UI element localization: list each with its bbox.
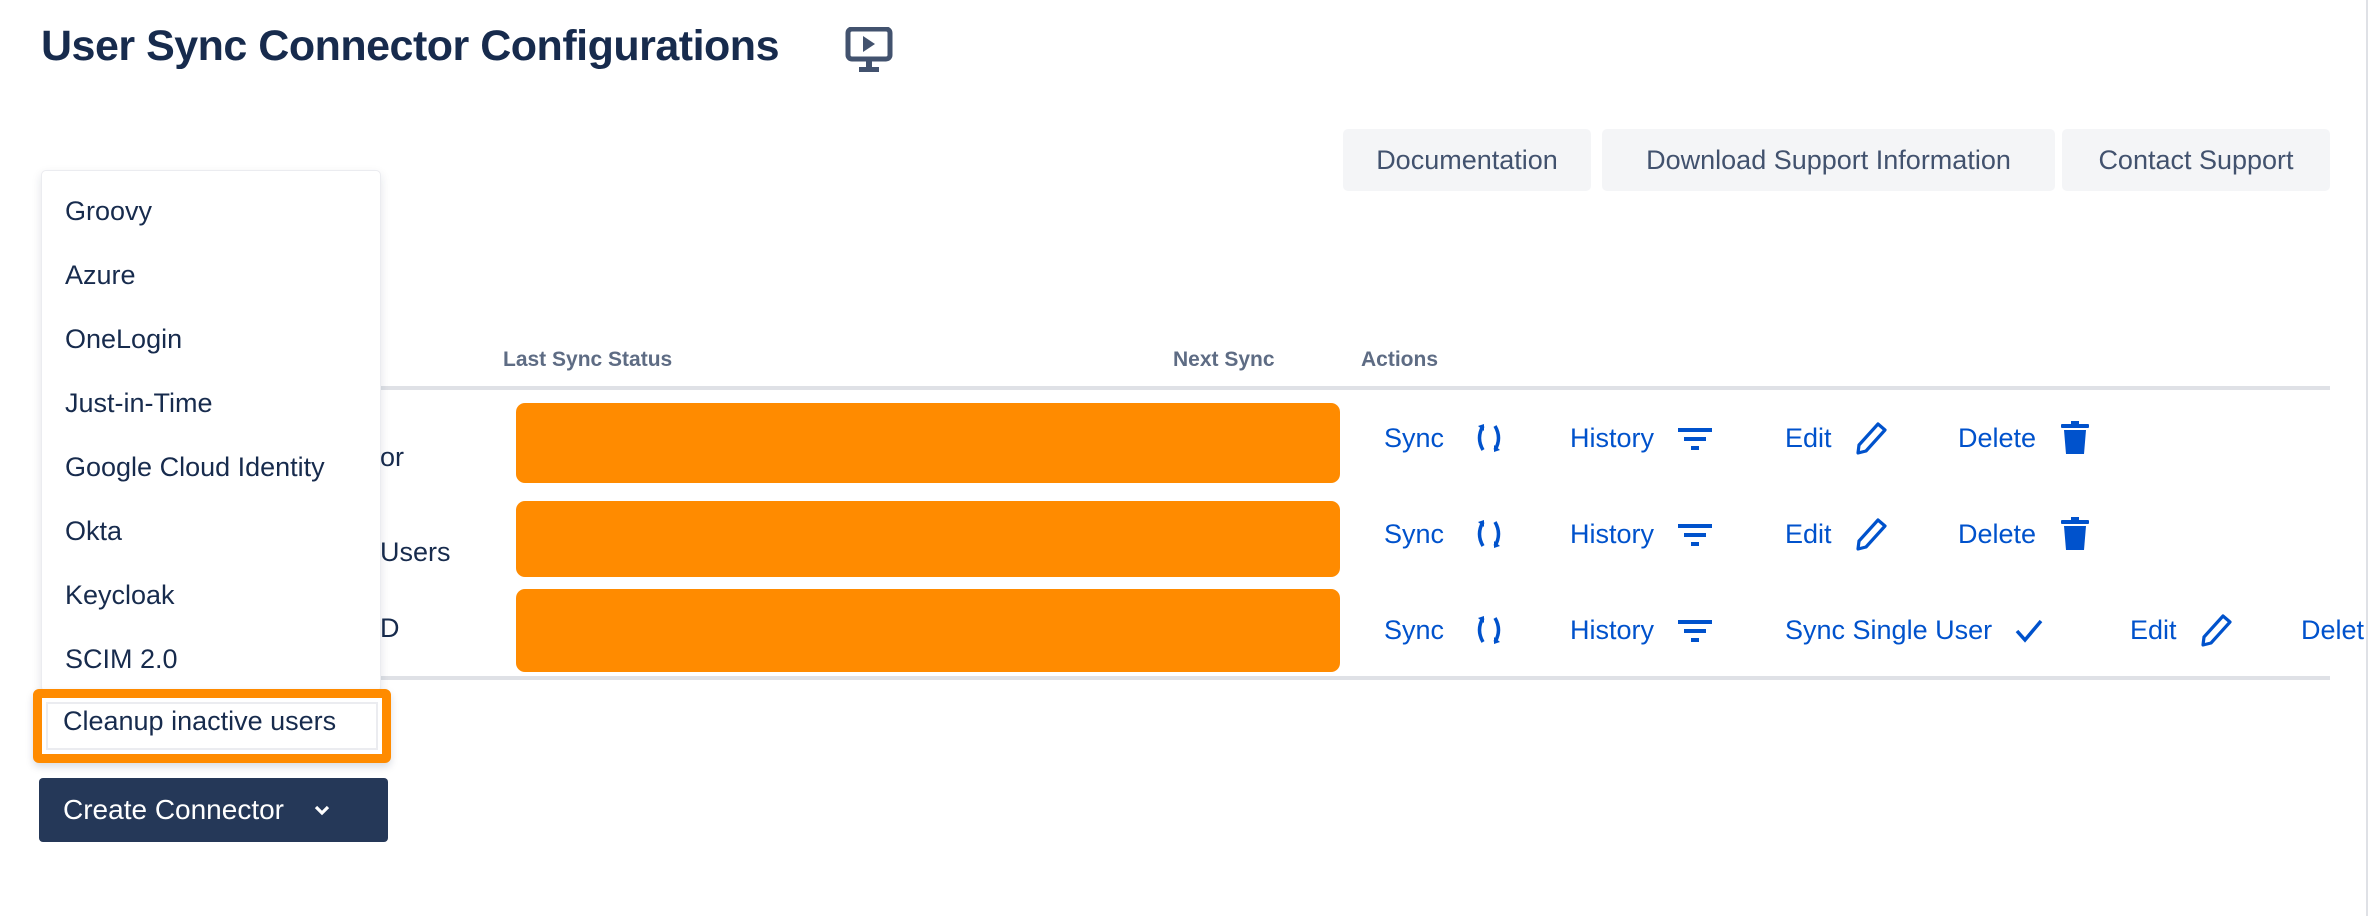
delete-label: Delet [2301,614,2365,645]
sync-icon [1477,616,1501,644]
sync-icon [1477,424,1501,452]
delete-action[interactable]: Delete [1958,514,2092,554]
create-connector-button[interactable]: Create Connector [39,778,388,842]
edit-label: Edit [2130,614,2177,645]
pencil-icon [1855,518,1887,551]
history-label: History [1570,422,1655,453]
delete-action[interactable]: Delet [2301,610,2364,650]
delete-action[interactable]: Delete [1958,418,2092,458]
edit-action[interactable]: Edit [1785,514,1888,554]
menu-item-groovy[interactable]: Groovy [65,191,152,231]
sync-label: Sync [1384,614,1445,645]
connector-name: D [380,613,400,643]
menu-item-scim-2-0[interactable]: SCIM 2.0 [65,639,178,679]
header-actions: Actions [1361,348,1439,371]
history-label: History [1570,614,1655,645]
history-action[interactable]: History [1570,418,1713,458]
menu-item-okta[interactable]: Okta [65,511,122,551]
menu-item-just-in-time[interactable]: Just-in-Time [65,383,213,423]
sync-action[interactable]: Sync [1384,418,1506,458]
sync-single-user-action[interactable]: Sync Single User [1785,610,2046,650]
table-bottom-divider [380,676,2330,680]
trash-icon [2061,421,2090,454]
header-divider [380,386,2330,390]
edit-action[interactable]: Edit [2130,610,2233,650]
sync-action[interactable]: Sync [1384,610,1506,650]
chevron-down-icon [314,805,330,816]
checkmark-icon [2015,619,2043,643]
edit-label: Edit [1785,518,1832,549]
page-edge-divider [2366,0,2368,916]
header-next-sync: Next Sync [1173,348,1275,371]
filter-icon [1678,620,1713,642]
last-sync-status-redacted [516,403,1340,483]
history-action[interactable]: History [1570,610,1713,650]
connector-name: Users [380,537,451,567]
delete-label: Delete [1958,518,2037,549]
delete-label: Delete [1958,422,2037,453]
pencil-icon [1855,422,1887,455]
sync-action[interactable]: Sync [1384,514,1506,554]
menu-item-cleanup-inactive-users[interactable]: Cleanup inactive users [33,689,391,763]
trash-icon [2061,517,2090,550]
connector-name: or [380,442,405,472]
menu-item-google-cloud-identity[interactable]: Google Cloud Identity [65,447,325,487]
sync-icon [1477,520,1501,548]
edit-action[interactable]: Edit [1785,418,1888,458]
filter-icon [1678,524,1713,546]
create-connector-label: Create Connector [63,794,285,825]
sync-single-user-label: Sync Single User [1785,614,1993,645]
history-action[interactable]: History [1570,514,1713,554]
last-sync-status-redacted [516,589,1340,672]
last-sync-status-redacted [516,501,1340,577]
pencil-icon [2200,614,2232,647]
create-connector-dropdown-menu: Groovy Azure OneLogin Just-in-Time Googl… [41,170,381,692]
filter-icon [1678,428,1713,450]
menu-item-keycloak[interactable]: Keycloak [65,575,175,615]
sync-label: Sync [1384,518,1445,549]
menu-item-label: Cleanup inactive users [63,706,337,736]
history-label: History [1570,518,1655,549]
sync-label: Sync [1384,422,1445,453]
header-last-sync-status: Last Sync Status [503,348,673,371]
edit-label: Edit [1785,422,1832,453]
menu-item-onelogin[interactable]: OneLogin [65,319,182,359]
menu-item-azure[interactable]: Azure [65,255,136,295]
